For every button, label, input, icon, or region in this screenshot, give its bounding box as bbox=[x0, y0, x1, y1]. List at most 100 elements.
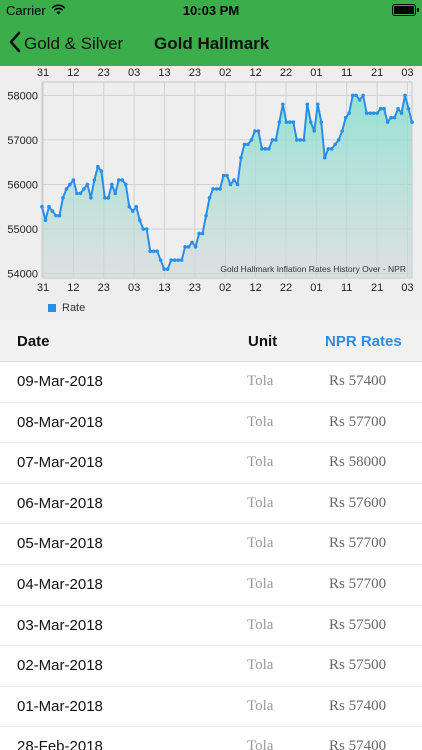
data-point bbox=[75, 191, 79, 196]
data-point bbox=[186, 245, 191, 249]
data-point bbox=[336, 138, 341, 142]
data-point bbox=[214, 187, 219, 191]
x-tick-label-top: 01 bbox=[310, 67, 322, 79]
table-header: Date Unit NPR Rates bbox=[0, 320, 422, 362]
data-point bbox=[403, 93, 407, 98]
chart-canvas: 54000 55000 56000 57000 58000 31 31 12 12 23 23 03 0… bbox=[7, 67, 414, 294]
y-tick-label: 57000 bbox=[7, 135, 38, 147]
data-point bbox=[410, 120, 414, 124]
data-point bbox=[301, 138, 306, 142]
table-row[interactable]: 01-Mar-2018 Tola Rs 57400 bbox=[0, 687, 422, 728]
x-tick-label-bottom: 23 bbox=[98, 282, 110, 294]
data-point bbox=[312, 129, 317, 133]
x-tick-label-bottom: 11 bbox=[341, 282, 352, 294]
data-point bbox=[239, 155, 243, 160]
data-point bbox=[389, 115, 393, 120]
data-point bbox=[61, 196, 65, 200]
table-row[interactable]: 07-Mar-2018 Tola Rs 58000 bbox=[0, 443, 422, 484]
data-point bbox=[340, 129, 344, 133]
data-point bbox=[50, 209, 55, 213]
x-tick-label-top: 21 bbox=[371, 67, 383, 79]
data-point bbox=[329, 147, 334, 151]
data-point bbox=[235, 182, 240, 187]
data-point bbox=[151, 249, 156, 254]
data-point bbox=[319, 120, 324, 124]
data-point bbox=[326, 147, 331, 151]
battery-icon bbox=[392, 4, 419, 16]
table-row[interactable]: 28-Feb-2018 Tola Rs 57400 bbox=[0, 727, 422, 750]
x-tick-label-bottom: 23 bbox=[189, 282, 201, 294]
table-row[interactable]: 09-Mar-2018 Tola Rs 57400 bbox=[0, 362, 422, 403]
x-tick-label-top: 03 bbox=[401, 67, 413, 79]
data-point bbox=[190, 240, 194, 245]
data-point bbox=[123, 182, 128, 187]
data-point bbox=[232, 178, 236, 182]
row-unit: Tola bbox=[247, 454, 274, 471]
data-point bbox=[89, 196, 93, 200]
data-point bbox=[110, 182, 114, 187]
y-tick-label: 55000 bbox=[7, 224, 38, 236]
x-tick-label-bottom: 03 bbox=[128, 282, 140, 294]
data-point bbox=[357, 98, 362, 102]
back-button-label: Gold & Silver bbox=[24, 34, 124, 53]
row-rate: Rs 57600 bbox=[329, 494, 387, 511]
back-button[interactable]: Gold & Silver bbox=[8, 22, 123, 66]
row-date: 28-Feb-2018 bbox=[17, 738, 103, 750]
row-unit: Tola bbox=[247, 616, 274, 633]
data-point bbox=[78, 191, 83, 196]
data-point bbox=[256, 129, 261, 133]
data-point bbox=[253, 129, 257, 133]
row-unit: Tola bbox=[247, 413, 274, 430]
row-date: 09-Mar-2018 bbox=[17, 373, 103, 390]
data-point bbox=[364, 111, 369, 115]
column-header-npr-rates[interactable]: NPR Rates bbox=[325, 333, 402, 350]
row-rate: Rs 58000 bbox=[329, 454, 387, 471]
x-tick-label-top: 12 bbox=[249, 67, 261, 79]
table-row[interactable]: 03-Mar-2018 Tola Rs 57500 bbox=[0, 606, 422, 647]
chevron-left-icon bbox=[8, 31, 22, 58]
table-row[interactable]: 02-Mar-2018 Tola Rs 57500 bbox=[0, 646, 422, 687]
row-unit: Tola bbox=[247, 494, 274, 511]
data-point bbox=[54, 213, 58, 218]
legend-swatch bbox=[48, 304, 56, 312]
table-row[interactable]: 06-Mar-2018 Tola Rs 57600 bbox=[0, 484, 422, 525]
data-point bbox=[281, 102, 285, 107]
row-rate: Rs 57700 bbox=[329, 535, 387, 552]
data-point bbox=[116, 178, 121, 182]
data-point bbox=[406, 106, 411, 111]
data-point bbox=[204, 213, 208, 218]
data-point bbox=[92, 178, 97, 182]
data-point bbox=[193, 245, 198, 249]
data-point bbox=[218, 187, 222, 191]
page-title: Gold Hallmark bbox=[154, 34, 270, 53]
data-point bbox=[40, 204, 44, 209]
x-tick-label-top: 11 bbox=[341, 67, 352, 79]
row-unit: Tola bbox=[247, 535, 274, 552]
data-point bbox=[207, 196, 212, 200]
data-point bbox=[385, 120, 390, 124]
x-tick-label-top: 23 bbox=[189, 67, 201, 79]
data-point bbox=[270, 138, 275, 142]
table-row[interactable]: 04-Mar-2018 Tola Rs 57700 bbox=[0, 565, 422, 606]
data-point bbox=[263, 147, 268, 151]
rates-list[interactable]: 09-Mar-2018 Tola Rs 57400 08-Mar-2018 Tola R… bbox=[0, 362, 422, 750]
table-row[interactable]: 05-Mar-2018 Tola Rs 57700 bbox=[0, 524, 422, 565]
data-point bbox=[221, 173, 226, 178]
data-point bbox=[375, 111, 379, 115]
x-tick-label-top: 22 bbox=[280, 67, 292, 79]
data-point bbox=[260, 147, 264, 151]
data-point bbox=[228, 182, 233, 187]
row-unit: Tola bbox=[247, 575, 274, 592]
data-point bbox=[298, 138, 303, 142]
data-point bbox=[82, 187, 86, 191]
data-point bbox=[249, 138, 254, 142]
navigation-bar: Gold & Silver Gold Hallmark bbox=[0, 22, 422, 66]
data-point bbox=[242, 142, 247, 147]
data-point bbox=[197, 231, 201, 236]
data-point bbox=[137, 218, 142, 222]
rate-history-chart[interactable]: 54000 55000 56000 57000 58000 31 31 12 12 23 23 03 0… bbox=[0, 66, 422, 320]
data-point bbox=[343, 115, 348, 120]
table-row[interactable]: 08-Mar-2018 Tola Rs 57700 bbox=[0, 403, 422, 444]
data-point bbox=[99, 169, 104, 173]
data-point bbox=[134, 204, 139, 209]
